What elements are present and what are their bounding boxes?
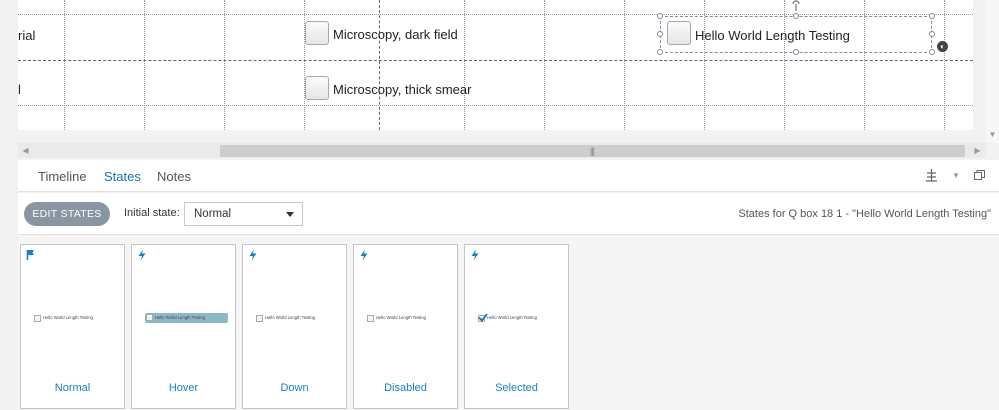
state-preview: Hello World Length Testing [145, 313, 228, 323]
resize-handle[interactable] [657, 49, 663, 55]
restore-window-icon[interactable] [974, 170, 985, 180]
center-guide [379, 0, 380, 130]
preview-label: Hello World Length Testing [376, 315, 426, 320]
resize-handle[interactable] [929, 13, 935, 19]
state-name: Selected [495, 382, 538, 394]
checkbox-dark-field[interactable] [305, 21, 329, 45]
vertical-scrollbar[interactable] [986, 0, 999, 143]
mini-checkbox [367, 315, 374, 322]
lightning-icon [360, 249, 368, 261]
scroll-right-arrow-icon[interactable]: ▶ [970, 143, 985, 158]
lightning-icon [249, 249, 257, 261]
row-label: l [18, 82, 21, 97]
checkbox-thick-smear[interactable] [305, 76, 329, 100]
checkbox-hello-world[interactable] [667, 21, 691, 45]
state-cards: Hello World Length Testing Normal Hello … [18, 235, 999, 410]
state-card-down[interactable]: Hello World Length Testing Down [242, 244, 347, 409]
resize-handle[interactable] [793, 13, 799, 19]
state-name: Down [280, 382, 309, 394]
link-icon[interactable]: ◐ [937, 41, 948, 52]
dropdown-arrow-icon[interactable]: ▼ [952, 171, 960, 180]
grid-line [624, 0, 625, 130]
grid-line [304, 0, 305, 130]
panel-tab-bar: Timeline States Notes ▼ [18, 160, 999, 192]
rotate-handle-icon[interactable] [791, 0, 801, 12]
preview-label: Hello World Length Testing [43, 315, 93, 320]
state-preview: Hello World Length Testing [367, 314, 449, 323]
state-name: Normal [54, 382, 91, 394]
checkbox-label: Microscopy, thick smear [333, 82, 472, 97]
state-preview: Hello World Length Testing [34, 314, 116, 323]
state-name: Disabled [384, 382, 427, 394]
lightning-icon [138, 249, 146, 261]
state-card-hover[interactable]: Hello World Length Testing Hover [131, 244, 236, 409]
resize-handle[interactable] [657, 31, 663, 37]
grid-line [144, 0, 145, 130]
tab-states[interactable]: States [104, 169, 141, 184]
preview-label: Hello World Length Testing [155, 315, 205, 320]
grid-line [544, 0, 545, 130]
scroll-left-arrow-icon[interactable]: ◀ [18, 143, 33, 158]
initial-state-select[interactable]: Normal [184, 202, 303, 226]
flag-icon [26, 250, 34, 260]
state-card-normal[interactable]: Hello World Length Testing Normal [20, 244, 125, 409]
states-for-caption: States for Q box 18 1 - "Hello World Len… [738, 208, 991, 220]
state-card-disabled[interactable]: Hello World Length Testing Disabled [353, 244, 458, 409]
scroll-grip-icon: ||| [590, 146, 595, 156]
resize-handle[interactable] [793, 49, 799, 55]
grid-line [464, 0, 465, 130]
tab-timeline[interactable]: Timeline [38, 169, 87, 184]
states-panel: Timeline States Notes ▼ EDIT STATES Init… [18, 160, 999, 410]
states-toolbar: EDIT STATES Initial state: Normal States… [18, 193, 999, 235]
state-preview: Hello World Length Testing [256, 314, 338, 323]
state-preview: Hello World Length Testing [478, 313, 560, 323]
preview-label: Hello World Length Testing [487, 315, 537, 320]
row-guide [18, 60, 973, 61]
lightning-icon [471, 249, 479, 261]
edit-states-button[interactable]: EDIT STATES [24, 202, 110, 226]
mini-checkbox [146, 314, 153, 321]
grid-line [18, 14, 973, 15]
resize-handle[interactable] [657, 13, 663, 19]
mini-checkbox [256, 315, 263, 322]
scroll-down-arrow-icon[interactable]: ▼ [986, 128, 999, 141]
state-name: Hover [168, 382, 199, 394]
state-card-selected[interactable]: Hello World Length Testing Selected [464, 244, 569, 409]
slide-canvas-area: rial Microscopy, dark field l Microscopy… [0, 0, 999, 143]
anchor-icon[interactable] [925, 168, 938, 182]
row-label: rial [18, 28, 36, 43]
initial-state-value: Normal [194, 208, 232, 220]
initial-state-label: Initial state: [124, 207, 180, 219]
resize-handle[interactable] [929, 49, 935, 55]
preview-label: Hello World Length Testing [265, 315, 315, 320]
grid-line [18, 105, 973, 106]
grid-line [64, 0, 65, 130]
panel-icons: ▼ [925, 168, 985, 182]
mini-checkbox [34, 315, 41, 322]
chevron-down-icon [286, 212, 294, 217]
slide-canvas[interactable]: rial Microscopy, dark field l Microscopy… [18, 0, 973, 130]
tab-notes[interactable]: Notes [157, 169, 191, 184]
checkbox-label: Microscopy, dark field [333, 27, 458, 42]
grid-line [224, 0, 225, 130]
grid-line [944, 0, 945, 130]
checkbox-label: Hello World Length Testing [695, 28, 850, 43]
resize-handle[interactable] [929, 31, 935, 37]
